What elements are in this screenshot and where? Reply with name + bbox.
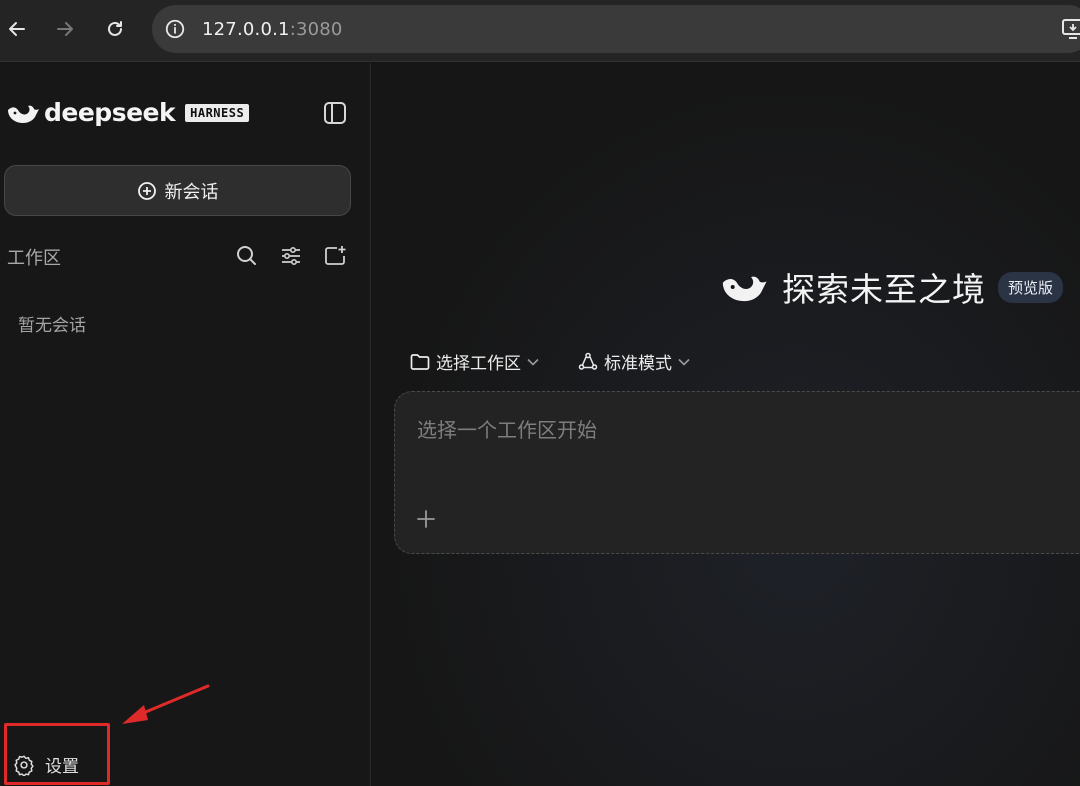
- attach-plus-icon[interactable]: [413, 506, 439, 532]
- forward-button[interactable]: [50, 14, 80, 44]
- mode-cycle-icon: [578, 352, 598, 370]
- page-title: 探索未至之境: [782, 270, 986, 309]
- arrow-right-icon: [57, 22, 73, 36]
- settings-button[interactable]: 设置: [13, 752, 79, 777]
- annotation-arrow: [122, 684, 210, 724]
- reload-icon: [108, 21, 122, 36]
- settings-label: 设置: [45, 757, 79, 777]
- back-button[interactable]: [2, 14, 32, 44]
- new-chat-label: 新会话: [164, 181, 219, 203]
- folder-icon: [410, 353, 430, 370]
- logo-text: deepseek: [44, 98, 176, 127]
- reload-button[interactable]: [100, 14, 130, 44]
- add-folder-icon[interactable]: [322, 243, 348, 269]
- url-text: 127.0.0.1:3080: [202, 19, 343, 40]
- logo: deepseek HARNESS: [6, 98, 250, 127]
- search-icon[interactable]: [234, 243, 260, 269]
- plus-circle-icon: [137, 181, 156, 200]
- preview-badge: 预览版: [998, 271, 1064, 303]
- empty-sessions-message: 暂无会话: [18, 316, 86, 336]
- chevron-down-icon: [527, 358, 539, 366]
- workspace-selector-label: 选择工作区: [436, 354, 521, 374]
- info-icon[interactable]: [162, 16, 188, 42]
- whale-logo-icon: [8, 105, 39, 123]
- sidebar: deepseek HARNESS 新会话 工作区 暂无会话 设置: [0, 63, 371, 786]
- settings-highlight-box: 设置: [4, 723, 110, 785]
- chevron-down-icon: [678, 358, 690, 366]
- arrow-left-icon: [9, 22, 25, 36]
- main-panel: 探索未至之境 预览版 选择工作区 标准模式 选择一个工作区开始: [372, 63, 1080, 786]
- whale-logo-icon: [722, 276, 767, 302]
- new-chat-button[interactable]: 新会话: [4, 165, 351, 216]
- address-bar[interactable]: 127.0.0.1:3080: [152, 5, 1080, 53]
- gear-icon: [14, 755, 34, 776]
- mode-selector-label: 标准模式: [604, 354, 672, 374]
- browser-toolbar: 127.0.0.1:3080: [0, 0, 1080, 62]
- filter-sliders-icon[interactable]: [278, 243, 304, 269]
- install-app-icon[interactable]: [1060, 16, 1080, 42]
- workspace-heading: 工作区: [7, 248, 61, 269]
- sidebar-toggle-icon[interactable]: [322, 100, 348, 126]
- harness-badge: HARNESS: [185, 103, 250, 122]
- workspace-selector[interactable]: 选择工作区: [410, 349, 539, 374]
- mode-selector[interactable]: 标准模式: [578, 349, 690, 374]
- message-composer[interactable]: 选择一个工作区开始: [394, 391, 1080, 554]
- hero: 探索未至之境 预览版: [720, 263, 1064, 311]
- composer-placeholder: 选择一个工作区开始: [417, 418, 597, 442]
